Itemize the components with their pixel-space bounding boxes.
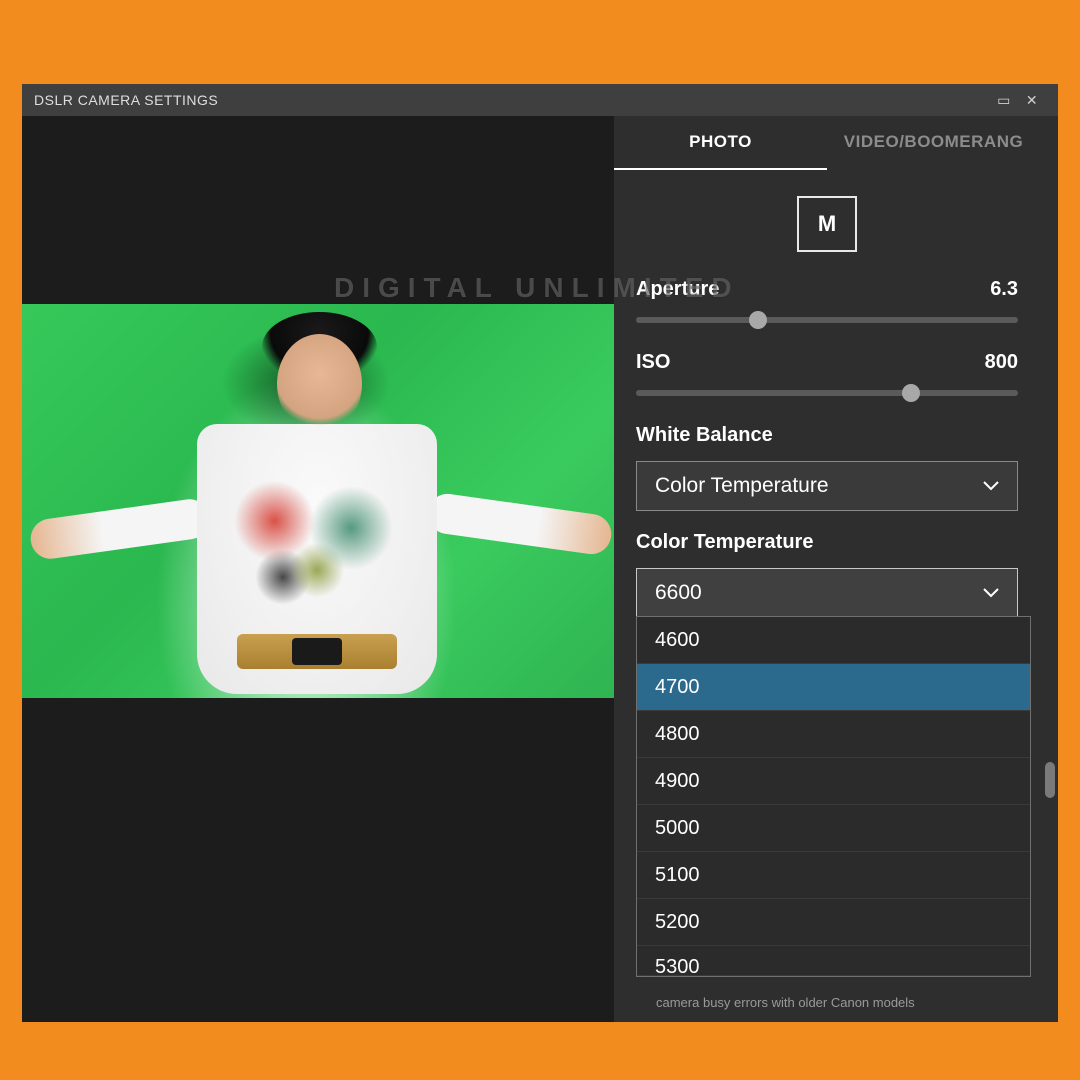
preview-pane [22, 116, 614, 1022]
iso-label: ISO [636, 351, 670, 374]
aperture-setting: Aperture 6.3 [614, 278, 1040, 323]
tab-video[interactable]: VIDEO/BOOMERANG [827, 116, 1040, 170]
chevron-down-icon [983, 481, 999, 491]
iso-slider-thumb[interactable] [902, 384, 920, 402]
aperture-label: Aperture [636, 278, 719, 301]
content-area: DIGITAL UNLIMITED PHOTO VIDEO/BOOMERANG … [22, 116, 1058, 1022]
list-item[interactable]: 5200 [637, 899, 1030, 946]
aperture-slider-thumb[interactable] [749, 311, 767, 329]
list-item[interactable]: 5000 [637, 805, 1030, 852]
scroll-thumb[interactable] [1045, 762, 1055, 798]
list-item[interactable]: 4700 [637, 664, 1030, 711]
white-balance-label: White Balance [614, 424, 1040, 447]
panel-scrollbar[interactable] [1045, 172, 1055, 1012]
settings-window: DSLR CAMERA SETTINGS ▭ ✕ DIGITAL UNLIMIT… [22, 84, 1058, 1022]
color-temp-dropdown[interactable]: 4600 4700 4800 4900 5000 5100 5200 5300 [636, 616, 1031, 977]
color-temp-select[interactable]: 6600 [636, 568, 1018, 618]
footnote-text: camera busy errors with older Canon mode… [656, 995, 915, 1010]
list-item[interactable]: 4800 [637, 711, 1030, 758]
tab-photo[interactable]: PHOTO [614, 116, 827, 170]
white-balance-selected: Color Temperature [655, 474, 829, 498]
aperture-value: 6.3 [990, 278, 1018, 301]
chevron-down-icon [983, 588, 999, 598]
aperture-slider[interactable] [636, 317, 1018, 323]
window-title: DSLR CAMERA SETTINGS [34, 92, 218, 108]
titlebar[interactable]: DSLR CAMERA SETTINGS ▭ ✕ [22, 84, 1058, 116]
iso-setting: ISO 800 [614, 351, 1040, 396]
color-temp-label: Color Temperature [614, 531, 1040, 554]
iso-slider[interactable] [636, 390, 1018, 396]
color-temp-selected: 6600 [655, 581, 702, 605]
tab-video-label: VIDEO/BOOMERANG [844, 132, 1023, 152]
settings-panel: PHOTO VIDEO/BOOMERANG M Aperture 6.3 [614, 116, 1058, 1022]
tab-photo-label: PHOTO [689, 132, 752, 152]
iso-value: 800 [985, 351, 1018, 374]
mode-row: M [614, 170, 1040, 278]
mode-selector[interactable]: M [797, 196, 857, 252]
maximize-icon[interactable]: ▭ [990, 92, 1018, 109]
list-item[interactable]: 5300 [637, 946, 1030, 976]
list-item[interactable]: 5100 [637, 852, 1030, 899]
white-balance-select[interactable]: Color Temperature [636, 461, 1018, 511]
mode-value: M [818, 211, 836, 237]
tab-bar: PHOTO VIDEO/BOOMERANG [614, 116, 1040, 170]
camera-preview-image [22, 304, 614, 698]
list-item[interactable]: 4600 [637, 617, 1030, 664]
list-item[interactable]: 4900 [637, 758, 1030, 805]
close-icon[interactable]: ✕ [1018, 92, 1046, 109]
